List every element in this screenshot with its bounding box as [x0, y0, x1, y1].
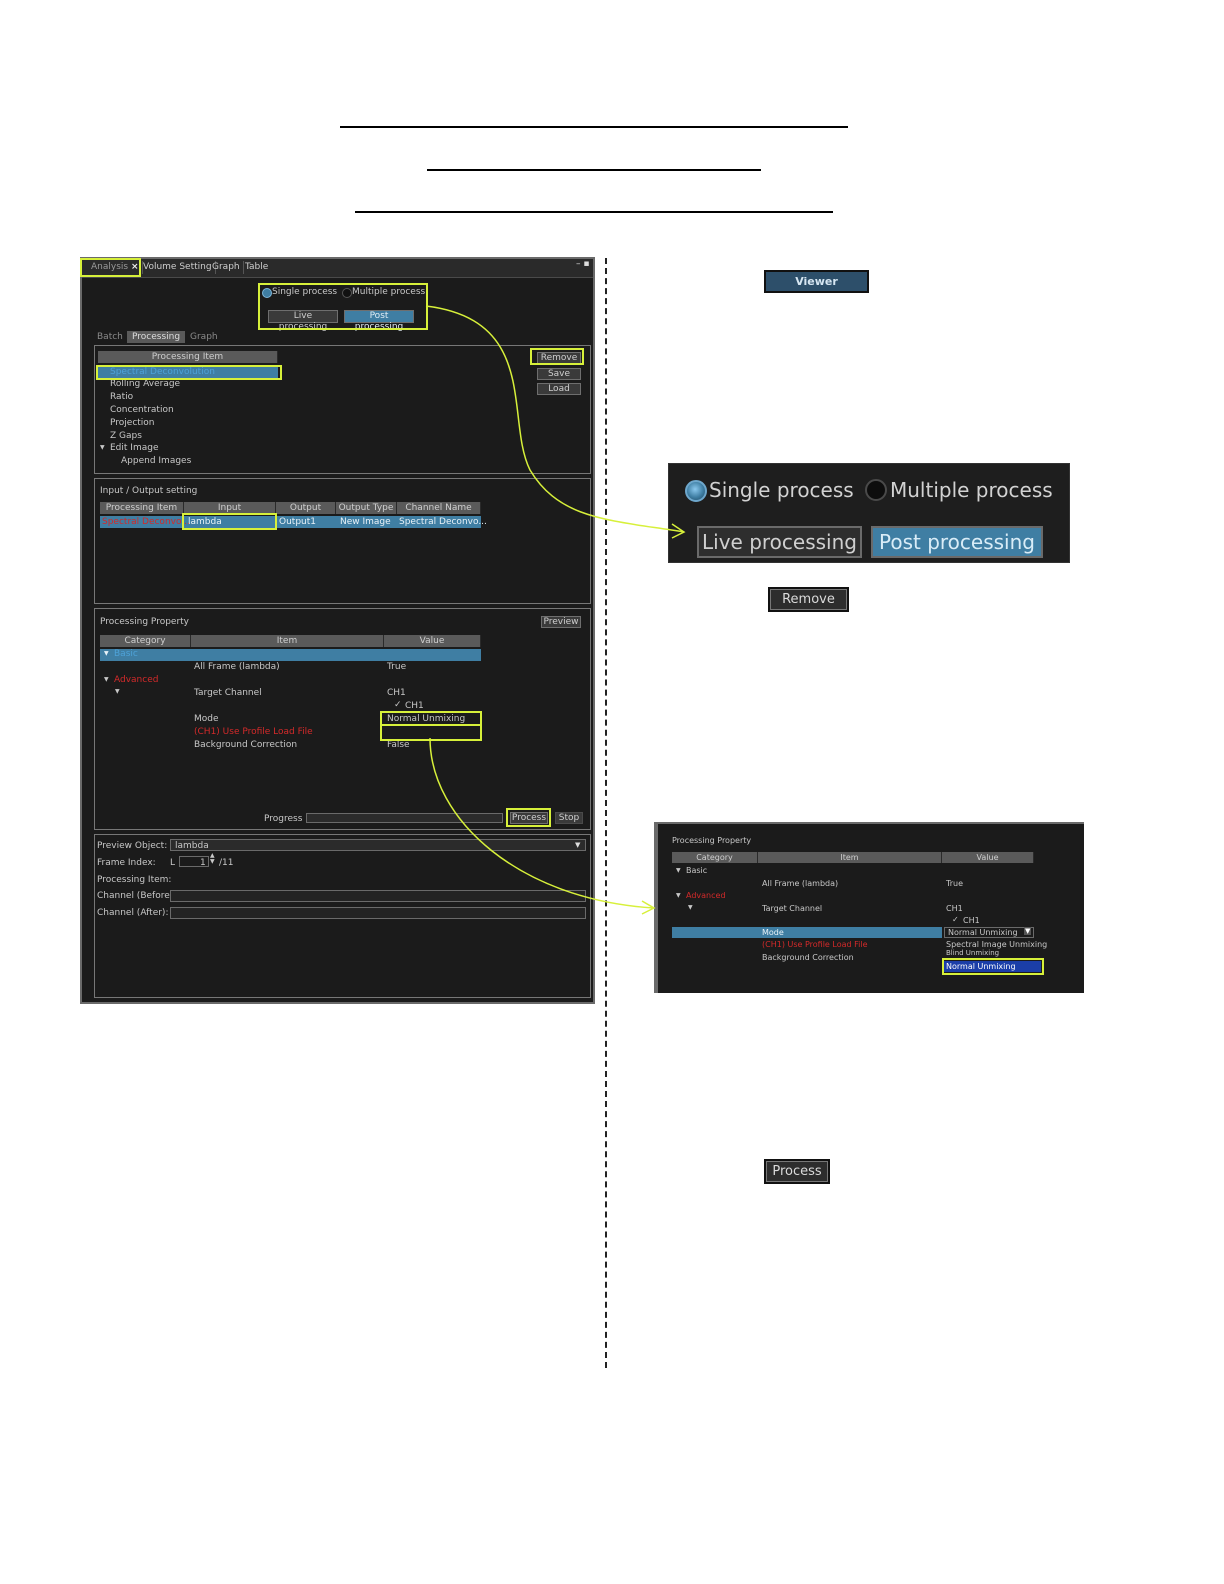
connector-arrow-mode [429, 737, 655, 909]
connector-arrow-process-mode [425, 305, 685, 533]
connector-arrows [425, 305, 686, 915]
